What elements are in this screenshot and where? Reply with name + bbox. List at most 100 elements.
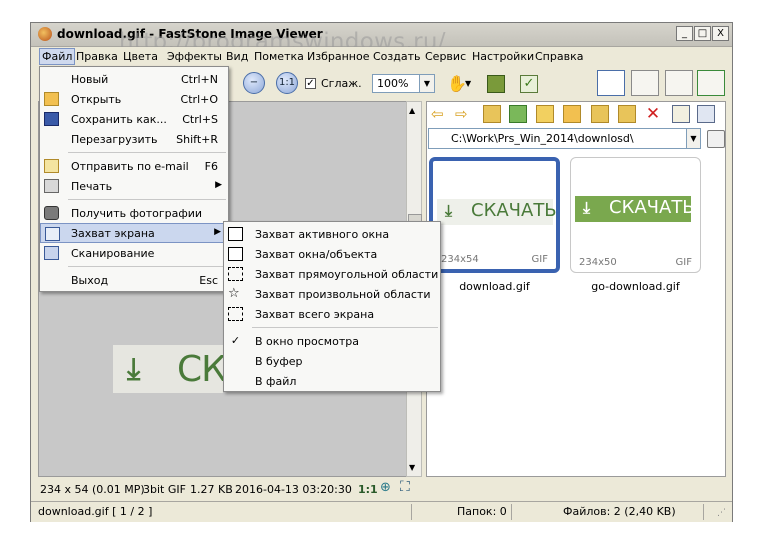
new-folder-icon[interactable] bbox=[563, 105, 581, 123]
menu-item-scan[interactable]: Сканирование bbox=[40, 243, 228, 263]
thumbnail-dims: 234x50 bbox=[579, 257, 617, 268]
submenu-item-freehand-area[interactable]: ☆ Захват произвольной области bbox=[224, 284, 440, 304]
menu-item-exit[interactable]: Выход Esc bbox=[40, 270, 228, 290]
copy-to-icon[interactable] bbox=[591, 105, 609, 123]
thumbnail-image: ⤓ СКАЧАТЬ bbox=[575, 196, 695, 222]
menu-item-get-photos[interactable]: Получить фотографии bbox=[40, 203, 228, 223]
scroll-up-icon[interactable]: ▲ bbox=[409, 106, 415, 115]
status-folders: Папок: 0 bbox=[457, 505, 507, 518]
folder-up-icon[interactable] bbox=[483, 105, 501, 123]
menu-settings[interactable]: Настройки bbox=[472, 50, 534, 63]
move-to-icon[interactable] bbox=[618, 105, 636, 123]
submenu-arrow-icon: ▶ bbox=[214, 227, 221, 237]
submenu-item-to-file[interactable]: В файл bbox=[224, 371, 440, 391]
thumbnail-card[interactable]: ⤓ СКАЧАТЬ 234x54 GIF bbox=[429, 157, 560, 273]
scroll-down-icon[interactable]: ▼ bbox=[409, 463, 415, 472]
menu-item-label: Отправить по e-mail bbox=[71, 160, 189, 173]
menu-view[interactable]: Вид bbox=[226, 50, 248, 63]
forward-arrow-icon[interactable]: ⇨ bbox=[455, 105, 473, 123]
download-arrow-icon: ⤓ bbox=[445, 201, 453, 220]
freehand-area-icon: ☆ bbox=[228, 286, 240, 301]
menu-item-label: Захват окна/объекта bbox=[255, 248, 378, 261]
menu-item-screen-capture[interactable]: Захват экрана ▶ bbox=[40, 223, 228, 243]
menu-create[interactable]: Создать bbox=[373, 50, 421, 63]
menu-help[interactable]: Справка bbox=[535, 50, 583, 63]
refresh-icon[interactable] bbox=[509, 105, 527, 123]
submenu-arrow-icon: ▶ bbox=[215, 180, 222, 190]
chevron-down-icon[interactable]: ▼ bbox=[465, 79, 483, 97]
view-mode-browser-icon[interactable] bbox=[597, 70, 625, 96]
menu-item-print[interactable]: Печать ▶ bbox=[40, 176, 228, 196]
back-arrow-icon[interactable]: ⇦ bbox=[431, 105, 449, 123]
resize-grip-icon[interactable]: ⋰ bbox=[717, 508, 726, 518]
zoom-out-icon[interactable]: − bbox=[243, 72, 265, 94]
thumbnail-card[interactable]: ⤓ СКАЧАТЬ 234x50 GIF bbox=[570, 157, 701, 273]
menu-item-label: Перезагрузить bbox=[71, 133, 158, 146]
menu-colors[interactable]: Цвета bbox=[123, 50, 158, 63]
menu-edit[interactable]: Правка bbox=[76, 50, 118, 63]
submenu-item-to-clipboard[interactable]: В буфер bbox=[224, 351, 440, 371]
menu-item-open[interactable]: Открыть Ctrl+O bbox=[40, 89, 228, 109]
minimize-button[interactable]: _ bbox=[676, 26, 693, 41]
menu-effects[interactable]: Эффекты bbox=[167, 50, 222, 63]
app-icon bbox=[38, 27, 52, 41]
submenu-item-active-window[interactable]: Захват активного окна bbox=[224, 224, 440, 244]
menu-item-email[interactable]: Отправить по e-mail F6 bbox=[40, 156, 228, 176]
menu-item-label: Сохранить как... bbox=[71, 113, 167, 126]
thumbnail-name[interactable]: go-download.gif bbox=[570, 280, 701, 293]
menu-item-label: В буфер bbox=[255, 355, 303, 368]
menu-item-label: Захват активного окна bbox=[255, 228, 390, 241]
status-separator bbox=[703, 504, 704, 520]
menu-file[interactable]: Файл bbox=[39, 48, 76, 65]
smooth-checkbox[interactable]: ✓ bbox=[305, 78, 316, 89]
email-icon bbox=[44, 159, 59, 173]
actual-size-icon[interactable]: 1:1 bbox=[276, 72, 298, 94]
thumbnail-view-icon[interactable] bbox=[672, 105, 690, 123]
slideshow-icon[interactable] bbox=[487, 75, 505, 93]
menu-item-label: В файл bbox=[255, 375, 297, 388]
status-separator bbox=[511, 504, 512, 520]
menu-item-save-as[interactable]: Сохранить как... Ctrl+S bbox=[40, 109, 228, 129]
trash-icon[interactable] bbox=[707, 130, 725, 148]
fullscreen-icon[interactable] bbox=[697, 70, 725, 96]
menu-item-shortcut: F6 bbox=[204, 160, 218, 173]
submenu-item-rect-area[interactable]: Захват прямоугольной области bbox=[224, 264, 440, 284]
close-button[interactable]: X bbox=[712, 26, 729, 41]
chevron-down-icon[interactable]: ▼ bbox=[419, 74, 435, 93]
menu-item-new[interactable]: Новый Ctrl+N bbox=[40, 69, 228, 89]
submenu-item-full-screen[interactable]: Захват всего экрана bbox=[224, 304, 440, 324]
camera-icon bbox=[44, 206, 59, 220]
menu-favorites[interactable]: Избранное bbox=[307, 50, 369, 63]
center-icon[interactable]: ⊕ bbox=[380, 480, 391, 495]
title-bar[interactable]: download.gif - FastStone Image Viewer ht… bbox=[31, 23, 732, 55]
menu-item-shortcut: Esc bbox=[199, 274, 218, 287]
delete-icon[interactable]: ✕ bbox=[644, 105, 662, 123]
chevron-down-icon[interactable]: ▼ bbox=[686, 128, 701, 149]
menu-service[interactable]: Сервис bbox=[425, 50, 466, 63]
hand-tool-icon[interactable]: ✋ bbox=[447, 75, 467, 93]
status-bar: download.gif [ 1 / 2 ] Папок: 0 Файлов: … bbox=[31, 501, 732, 522]
submenu-item-to-viewer[interactable]: ✓ В окно просмотра bbox=[224, 331, 440, 351]
details-view-icon[interactable] bbox=[697, 105, 715, 123]
menu-separator bbox=[68, 152, 226, 153]
fit-window-icon[interactable]: ⛶ bbox=[400, 479, 410, 495]
thumbnail-caption: СКАЧАТЬ bbox=[471, 200, 557, 221]
file-menu: Новый Ctrl+N Открыть Ctrl+O Сохранить ка… bbox=[39, 66, 229, 292]
favorites-icon[interactable] bbox=[536, 105, 554, 123]
zoom-ratio[interactable]: 1:1 bbox=[358, 483, 378, 496]
menu-item-reload[interactable]: Перезагрузить Shift+R bbox=[40, 129, 228, 149]
maximize-button[interactable]: □ bbox=[694, 26, 711, 41]
menu-item-label: Захват экрана bbox=[71, 227, 155, 240]
path-input[interactable]: C:\Work\Prs_Win_2014\downlosd\ bbox=[428, 128, 701, 149]
open-folder-icon bbox=[44, 92, 59, 106]
menu-tag[interactable]: Пометка bbox=[254, 50, 304, 63]
capture-submenu: Захват активного окна Захват окна/объект… bbox=[223, 221, 441, 392]
thumbnail-name[interactable]: download.gif bbox=[429, 280, 560, 293]
view-mode-person-icon[interactable] bbox=[665, 70, 693, 96]
check-edit-icon[interactable]: ✓ bbox=[520, 75, 538, 93]
scanner-icon bbox=[44, 246, 59, 260]
submenu-item-window-object[interactable]: Захват окна/объекта bbox=[224, 244, 440, 264]
image-date: 2016-04-13 03:20:30 bbox=[235, 483, 352, 496]
menu-item-shortcut: Ctrl+S bbox=[182, 113, 218, 126]
view-mode-split-icon[interactable] bbox=[631, 70, 659, 96]
